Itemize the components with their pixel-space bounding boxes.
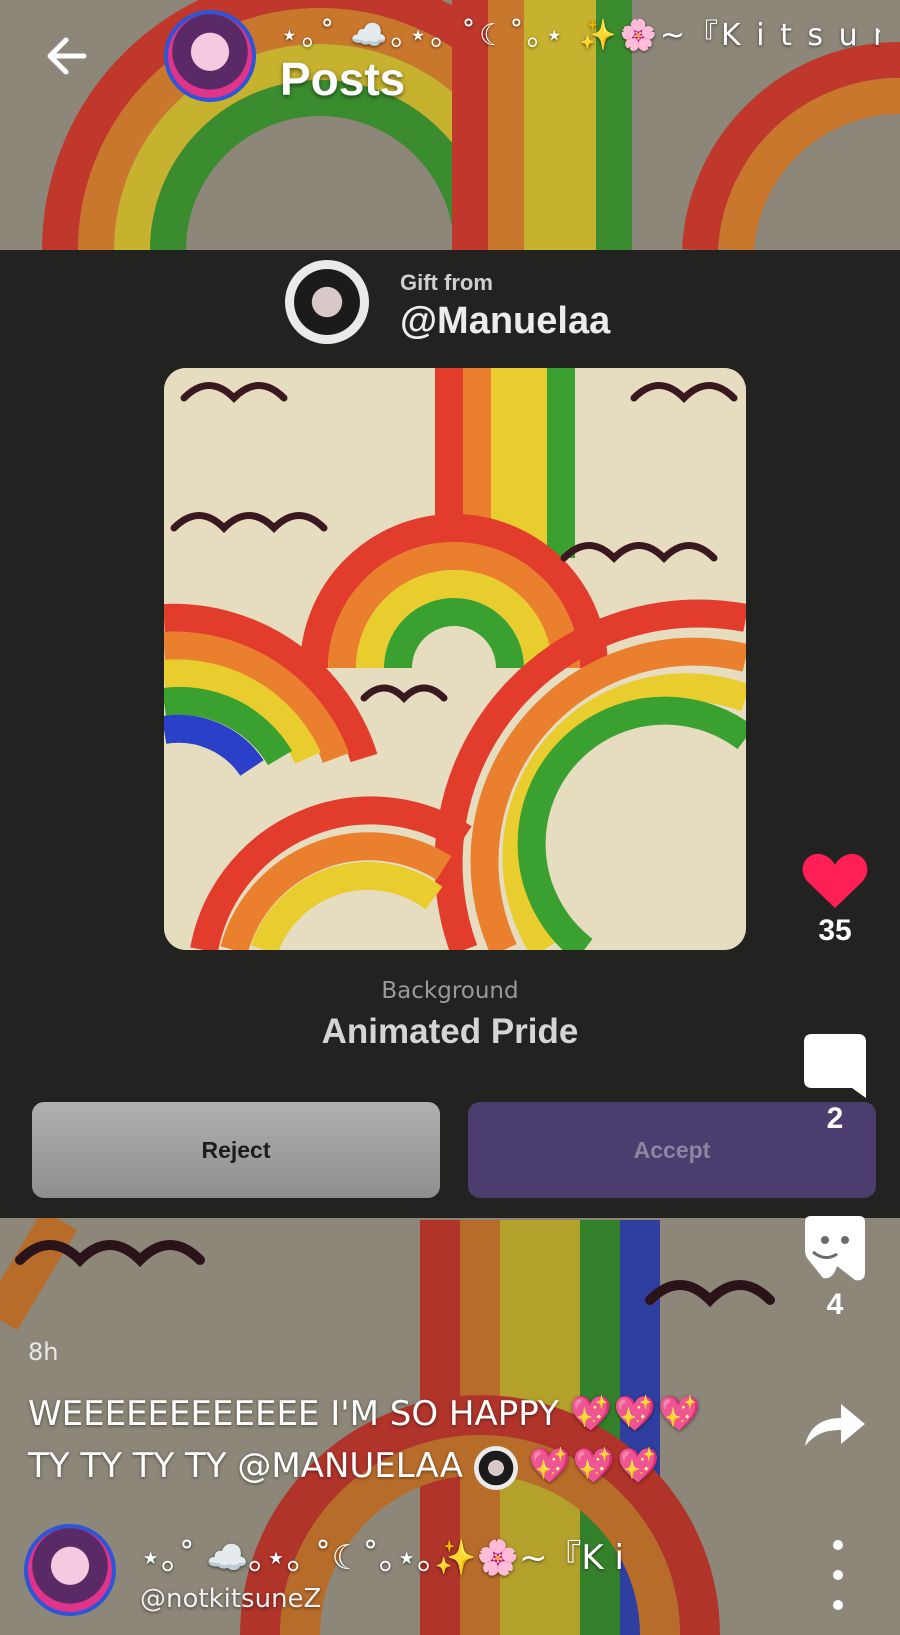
share-arrow-icon	[805, 1404, 865, 1446]
comment-action[interactable]: 2	[790, 1032, 880, 1136]
page-title: Posts	[280, 53, 406, 105]
profile-name: ⋆｡˚ ☁️｡⋆｡ ˚☾˚｡⋆ ✨🌸~『K i t s u n e	[280, 18, 880, 53]
props-count: 4	[826, 1288, 844, 1321]
author-name[interactable]: ⋆｡˚ ☁️｡⋆｡ ˚☾˚｡⋆｡✨🌸~『K i	[140, 1530, 700, 1579]
caption-line-2: TY TY TY TY @MANUELAA 💖💖💖	[28, 1440, 758, 1492]
background-preview-image	[164, 368, 746, 950]
caption-line-1: WEEEEEEEEEEEE I'M SO HAPPY 💖💖💖	[28, 1388, 758, 1440]
more-options-button[interactable]	[818, 1540, 858, 1610]
caption-text-1: WEEEEEEEEEEEE I'M SO HAPPY	[28, 1394, 559, 1434]
post-caption: WEEEEEEEEEEEE I'M SO HAPPY 💖💖💖 TY TY TY …	[28, 1388, 758, 1492]
author-handle[interactable]: @notkitsuneZ	[140, 1584, 321, 1614]
pride-rainbow-art	[164, 368, 746, 950]
more-dot-icon	[833, 1570, 843, 1580]
comment-icon	[804, 1034, 866, 1098]
back-button[interactable]	[38, 28, 94, 84]
item-name: Animated Pride	[321, 1012, 579, 1051]
more-dot-icon	[833, 1600, 843, 1610]
top-bar: ⋆｡˚ ☁️｡⋆｡ ˚☾˚｡⋆ ✨🌸~『K i t s u n e Posts	[0, 0, 900, 175]
comment-count: 2	[826, 1102, 844, 1135]
caption-text-2[interactable]: TY TY TY TY @MANUELAA	[28, 1446, 463, 1486]
author-avatar[interactable]	[24, 1524, 116, 1616]
mention-avatar	[473, 1445, 518, 1490]
share-button[interactable]	[790, 1402, 880, 1452]
like-count: 35	[818, 914, 852, 947]
gift-from-label: Gift from	[400, 270, 493, 295]
gifter-username[interactable]: @Manuelaa	[400, 300, 610, 343]
arrow-left-icon	[47, 37, 87, 75]
caption-emoji-1: 💖💖💖	[569, 1394, 703, 1434]
gift-card: Gift from @Manuelaa Background Animated …	[0, 250, 900, 1218]
like-action[interactable]: 35	[790, 852, 880, 948]
props-icon	[805, 1216, 865, 1281]
post-time: 8h	[28, 1338, 59, 1366]
heart-icon	[802, 853, 868, 908]
profile-avatar[interactable]	[164, 10, 256, 102]
props-action[interactable]: 4	[790, 1214, 880, 1322]
gifter-avatar[interactable]	[285, 260, 369, 344]
item-type-label: Background	[381, 978, 519, 1004]
caption-emoji-2: 💖💖💖	[528, 1446, 662, 1486]
gift-header: Gift from @Manuelaa	[285, 260, 685, 350]
reject-button[interactable]: Reject	[32, 1102, 440, 1198]
more-dot-icon	[833, 1540, 843, 1550]
